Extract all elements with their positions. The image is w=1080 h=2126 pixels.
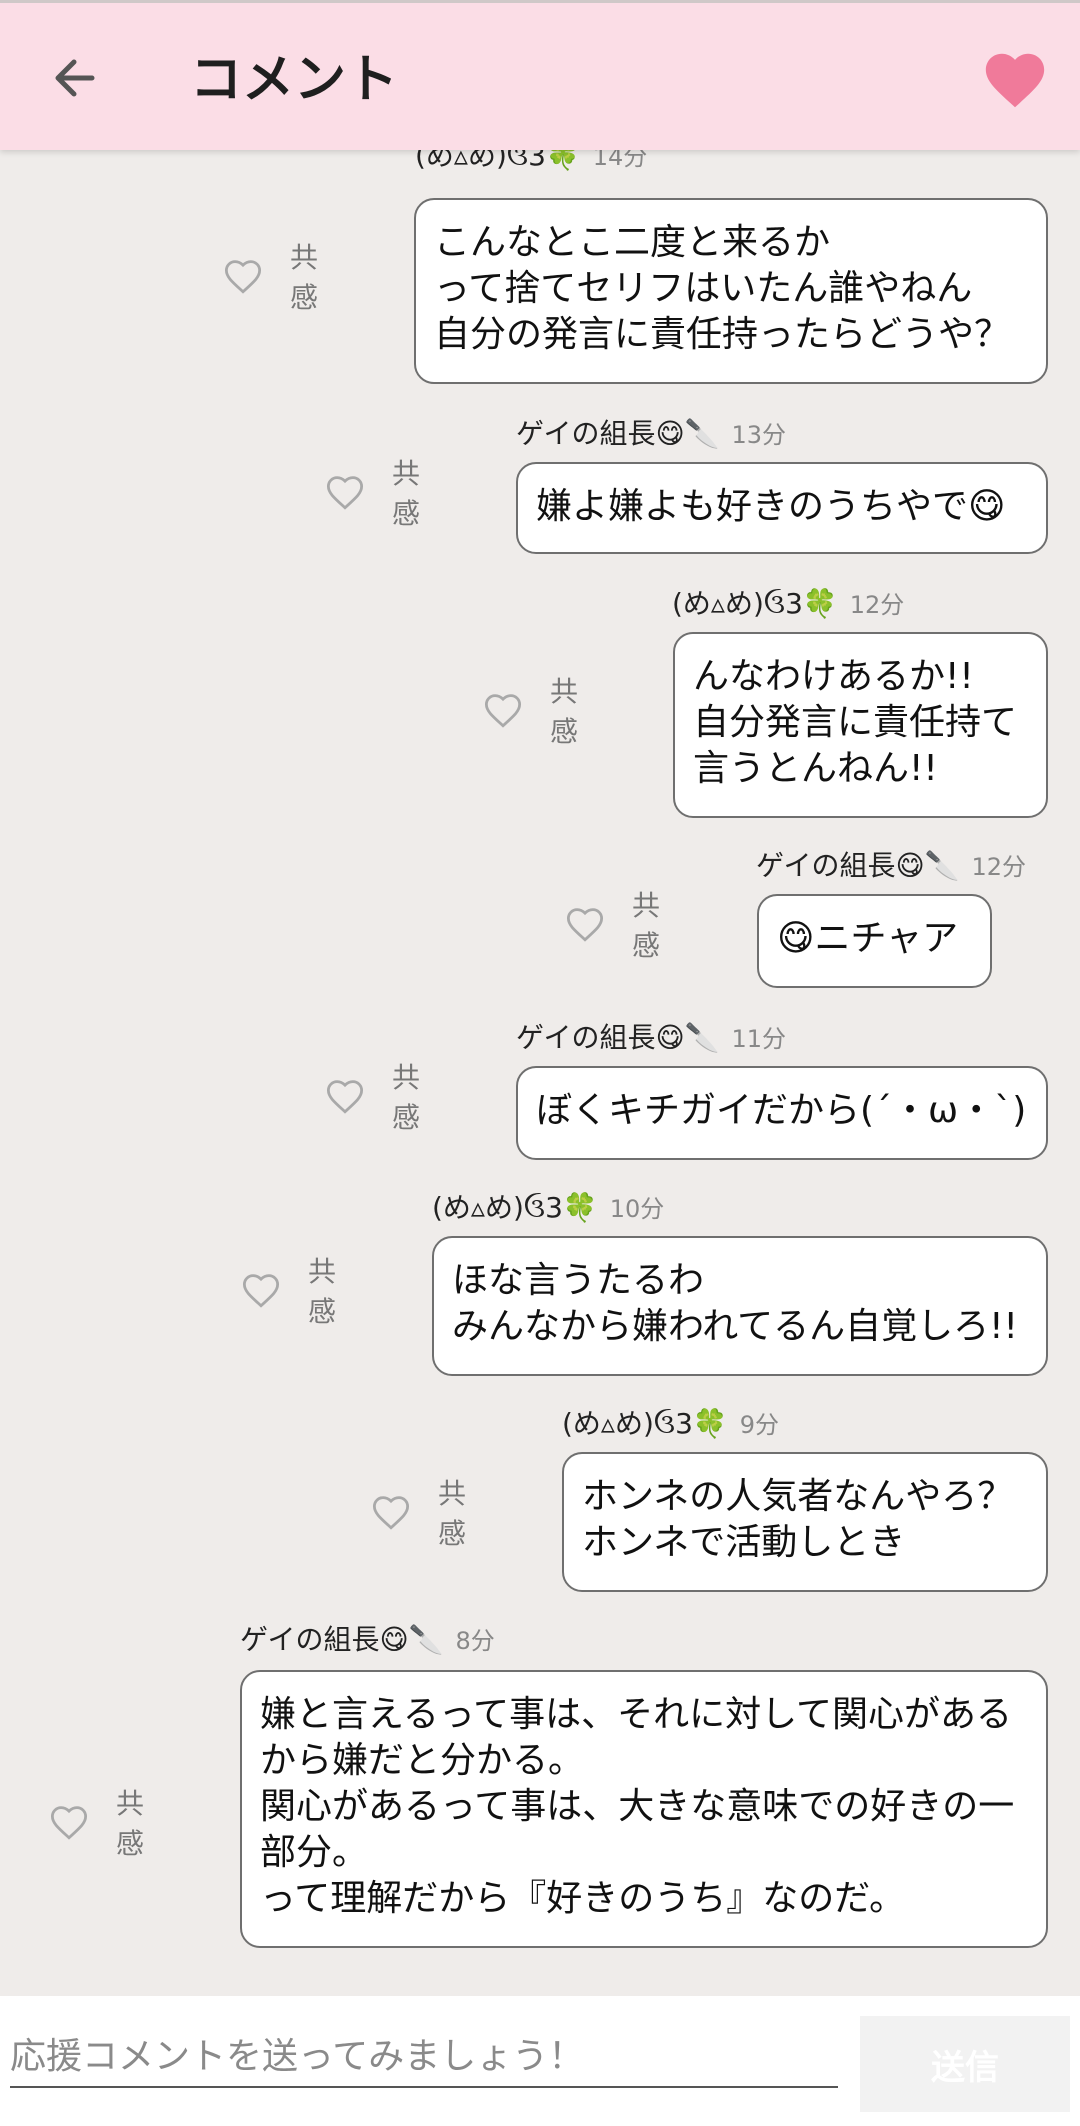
comment-time: 9分 xyxy=(739,1411,780,1439)
author-name: ゲイの組長😋🔪 xyxy=(240,1623,444,1656)
like-label: 共感 xyxy=(632,889,661,962)
like-label: 共感 xyxy=(550,675,579,748)
comment-time: 12分 xyxy=(849,591,905,619)
comment-time: 8分 xyxy=(455,1627,495,1655)
heart-outline-icon xyxy=(326,1080,364,1114)
like-button[interactable]: 共感 xyxy=(222,236,332,316)
like-label: 共感 xyxy=(438,1477,467,1550)
comment-bubble: ほな言うたるわ みんなから嫌われてるん自覚しろ!! xyxy=(432,1236,1048,1376)
comment-bubble: 😋ニチャア xyxy=(757,894,992,988)
author-name: ゲイの組長😋🔪 xyxy=(516,1021,720,1054)
author-name: ゲイの組長😋🔪 xyxy=(516,417,720,450)
like-label: 共感 xyxy=(290,241,319,314)
comment-bubble: こんなとこ二度と来るか って捨てセリフはいたん誰やねん 自分の発言に責任持ったら… xyxy=(414,198,1048,384)
like-button[interactable]: 共感 xyxy=(324,1056,434,1136)
author-name: ゲイの組長😋🔪 xyxy=(756,849,960,882)
comment-composer: 送信 xyxy=(0,1996,1080,2126)
comment-bubble: 嫌と言えるって事は、それに対して関心があるから嫌だと分かる。 関心があるって事は… xyxy=(240,1670,1048,1948)
like-button[interactable]: 共感 xyxy=(240,1250,350,1330)
comment-bubble: ホンネの人気者なんやろ？ ホンネで活動しとき xyxy=(562,1452,1048,1592)
like-button[interactable]: 共感 xyxy=(48,1782,158,1862)
comment-bubble: んなわけあるか!! 自分発言に責任持て 言うとんねん!! xyxy=(673,632,1048,818)
comment-meta: (め▵め)ઉ3🍀 10分 xyxy=(432,1186,664,1226)
heart-outline-icon xyxy=(224,260,262,294)
like-button[interactable]: 共感 xyxy=(370,1472,480,1552)
heart-filled-icon xyxy=(985,53,1045,108)
like-button[interactable]: 共感 xyxy=(564,884,674,964)
page-title: コメント xyxy=(190,50,399,110)
comment-meta: ゲイの組長😋🔪 8分 xyxy=(240,1618,495,1658)
like-label: 共感 xyxy=(116,1787,145,1860)
author-name: (め▵め)ઉ3🍀 xyxy=(672,587,838,620)
comment-time: 10分 xyxy=(609,1195,665,1223)
comment-time: 13分 xyxy=(731,421,787,449)
comment-input[interactable] xyxy=(10,2026,838,2088)
heart-outline-icon xyxy=(566,908,604,942)
heart-outline-icon xyxy=(242,1274,280,1308)
back-arrow-icon xyxy=(55,59,95,97)
like-label: 共感 xyxy=(392,457,421,530)
comment-time: 12分 xyxy=(971,853,1027,881)
comment-thread[interactable]: (め▵め)ઉ3🍀 14分 こんなとこ二度と来るか って捨てセリフはいたん誰やねん … xyxy=(0,150,1080,1996)
comment-meta: ゲイの組長😋🔪 12分 xyxy=(756,844,1026,884)
send-button[interactable]: 送信 xyxy=(860,2016,1070,2112)
author-name: (め▵め)ઉ3🍀 xyxy=(415,150,581,172)
like-button[interactable]: 共感 xyxy=(324,452,434,532)
app-bar: コメント xyxy=(0,0,1080,150)
comment-bubble: 嫌よ嫌よも好きのうちやで😋 xyxy=(516,462,1048,554)
comment-meta: ゲイの組長😋🔪 13分 xyxy=(516,412,786,452)
author-name: (め▵め)ઉ3🍀 xyxy=(432,1191,598,1224)
heart-outline-icon xyxy=(326,476,364,510)
comment-time: 11分 xyxy=(731,1025,787,1053)
like-button[interactable]: 共感 xyxy=(482,670,592,750)
heart-outline-icon xyxy=(50,1806,88,1840)
comment-meta: (め▵め)ઉ3🍀 9分 xyxy=(562,1402,779,1442)
comment-bubble: ぼくキチガイだから(´・ω・`) xyxy=(516,1066,1048,1160)
heart-outline-icon xyxy=(372,1496,410,1530)
heart-outline-icon xyxy=(484,694,522,728)
back-button[interactable] xyxy=(40,43,110,113)
comment-meta: (め▵め)ઉ3🍀 14分 xyxy=(415,150,647,174)
comment-meta: (め▵め)ઉ3🍀 12分 xyxy=(672,582,904,622)
author-name: (め▵め)ઉ3🍀 xyxy=(562,1407,728,1440)
like-label: 共感 xyxy=(308,1255,337,1328)
favorite-button[interactable] xyxy=(980,45,1050,115)
comment-meta: ゲイの組長😋🔪 11分 xyxy=(516,1016,786,1056)
comment-time: 14分 xyxy=(592,150,648,171)
like-label: 共感 xyxy=(392,1061,421,1134)
